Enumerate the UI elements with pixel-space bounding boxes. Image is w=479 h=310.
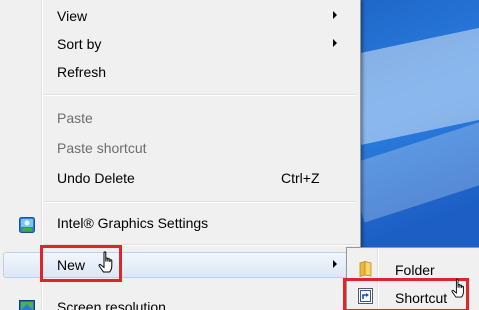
screenshot: View Sort by Refresh Paste Paste shortcu… <box>0 0 479 310</box>
menu-item-refresh[interactable]: Refresh <box>3 59 357 85</box>
menu-item-intel-graphics-settings[interactable]: Intel® Graphics Settings <box>3 210 357 236</box>
submenu-arrow-icon <box>333 39 337 47</box>
menu-item-undo-delete[interactable]: Undo Delete Ctrl+Z <box>3 165 357 191</box>
menu-item-screen-resolution[interactable]: Screen resolution <box>3 294 357 310</box>
menu-item-label: View <box>57 8 88 24</box>
menu-item-view[interactable]: View <box>3 3 357 29</box>
menu-item-paste-shortcut[interactable]: Paste shortcut <box>3 135 357 161</box>
submenu-arrow-icon <box>333 11 337 19</box>
menu-item-label: Paste <box>57 110 93 126</box>
menu-item-label: Screen resolution <box>57 299 166 310</box>
menu-separator <box>44 201 356 203</box>
menu-item-label: Sort by <box>57 36 102 52</box>
intel-graphics-icon <box>19 217 35 233</box>
hand-pointer-icon <box>98 251 113 273</box>
screen-resolution-icon <box>19 300 35 310</box>
menu-item-paste[interactable]: Paste <box>3 105 357 131</box>
folder-icon <box>359 261 372 277</box>
menu-item-label: Undo Delete <box>57 170 135 186</box>
submenu-arrow-icon <box>333 260 337 268</box>
submenu-item-label: Folder <box>395 262 435 278</box>
menu-item-label: Paste shortcut <box>57 140 147 156</box>
menu-item-sort-by[interactable]: Sort by <box>3 31 357 57</box>
keyboard-shortcut: Ctrl+Z <box>281 170 320 186</box>
menu-item-label: Intel® Graphics Settings <box>57 215 209 231</box>
menu-item-label: Refresh <box>57 64 107 80</box>
menu-separator <box>44 94 356 96</box>
hand-pointer-icon <box>451 278 464 298</box>
